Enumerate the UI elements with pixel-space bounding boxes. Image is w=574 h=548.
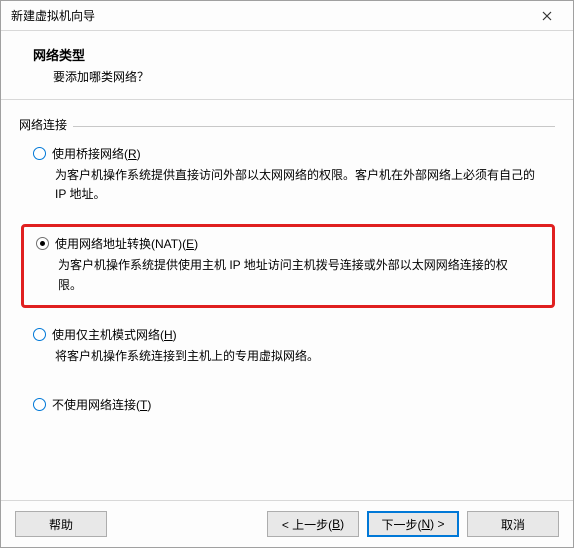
radio-hostonly[interactable] — [33, 328, 46, 341]
option-nat-desc: 为客户机操作系统提供使用主机 IP 地址访问主机拨号连接或外部以太网网络连接的权… — [58, 256, 530, 294]
highlight-box: 使用网络地址转换(NAT)(E) 为客户机操作系统提供使用主机 IP 地址访问主… — [21, 224, 555, 307]
group-divider — [73, 126, 555, 127]
wizard-body: 网络连接 使用桥接网络(R) 为客户机操作系统提供直接访问外部以太网网络的权限。… — [1, 100, 573, 500]
radio-nat[interactable] — [36, 237, 49, 250]
close-icon[interactable] — [527, 4, 567, 28]
option-bridge-desc: 为客户机操作系统提供直接访问外部以太网网络的权限。客户机在外部网络上必须有自己的… — [55, 166, 539, 204]
wizard-window: 新建虚拟机向导 网络类型 要添加哪类网络？ 网络连接 使用桥接网络(R) 为客户… — [0, 0, 574, 548]
option-hostonly[interactable]: 使用仅主机模式网络(H) 将客户机操作系统连接到主机上的专用虚拟网络。 — [27, 326, 555, 366]
option-bridge-label: 使用桥接网络(R) — [52, 145, 141, 162]
option-nat-label: 使用网络地址转换(NAT)(E) — [55, 235, 198, 252]
option-bridge[interactable]: 使用桥接网络(R) 为客户机操作系统提供直接访问外部以太网网络的权限。客户机在外… — [27, 145, 555, 204]
radio-bridge[interactable] — [33, 147, 46, 160]
cancel-button[interactable]: 取消 — [467, 511, 559, 537]
help-button[interactable]: 帮助 — [15, 511, 107, 537]
titlebar: 新建虚拟机向导 — [1, 1, 573, 31]
group-label: 网络连接 — [19, 118, 71, 132]
window-title: 新建虚拟机向导 — [11, 7, 527, 24]
next-button[interactable]: 下一步(N) > — [367, 511, 459, 537]
wizard-header: 网络类型 要添加哪类网络？ — [1, 31, 573, 100]
option-hostonly-label: 使用仅主机模式网络(H) — [52, 326, 177, 343]
wizard-footer: 帮助 < 上一步(B) 下一步(N) > 取消 — [1, 500, 573, 547]
option-nat[interactable]: 使用网络地址转换(NAT)(E) 为客户机操作系统提供使用主机 IP 地址访问主… — [30, 235, 546, 294]
back-button[interactable]: < 上一步(B) — [267, 511, 359, 537]
page-subtitle: 要添加哪类网络？ — [53, 68, 553, 85]
radio-none[interactable] — [33, 398, 46, 411]
option-hostonly-desc: 将客户机操作系统连接到主机上的专用虚拟网络。 — [55, 347, 539, 366]
option-none[interactable]: 不使用网络连接(T) — [27, 396, 555, 413]
page-title: 网络类型 — [33, 45, 553, 64]
option-none-label: 不使用网络连接(T) — [52, 396, 151, 413]
